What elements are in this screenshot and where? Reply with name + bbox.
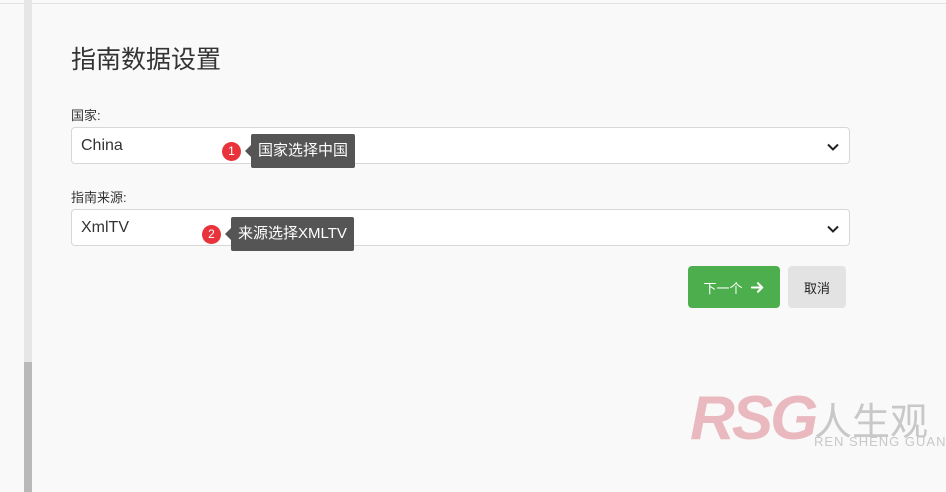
watermark-rsg: RSG <box>690 384 818 453</box>
watermark-english: REN SHENG GUAN <box>814 434 946 449</box>
source-select-value: XmlTV <box>81 219 129 236</box>
arrow-right-icon <box>750 281 763 293</box>
next-button[interactable]: 下一个 <box>688 266 780 308</box>
annotation-badge: 1 <box>222 142 241 161</box>
source-label: 指南来源: <box>71 190 127 205</box>
watermark-logo: RSG 人生观 REN SHENG GUAN <box>690 388 946 450</box>
page-title: 指南数据设置 <box>71 46 222 74</box>
annotation-tooltip: 国家选择中国 <box>244 134 356 168</box>
country-select-value: China <box>81 137 123 154</box>
cancel-button[interactable]: 取消 <box>788 266 846 308</box>
chevron-down-icon <box>827 225 839 233</box>
next-button-label: 下一个 <box>703 280 743 296</box>
country-label: 国家: <box>71 108 101 123</box>
scrollbar-thumb[interactable] <box>24 362 32 492</box>
country-select[interactable]: China <box>71 127 850 164</box>
annotation-badge: 2 <box>202 225 221 244</box>
cancel-button-label: 取消 <box>803 280 830 296</box>
annotation-tooltip: 来源选择XMLTV <box>225 217 354 251</box>
source-select[interactable]: XmlTV <box>71 209 850 246</box>
top-divider <box>0 3 946 4</box>
chevron-down-icon <box>827 143 839 151</box>
